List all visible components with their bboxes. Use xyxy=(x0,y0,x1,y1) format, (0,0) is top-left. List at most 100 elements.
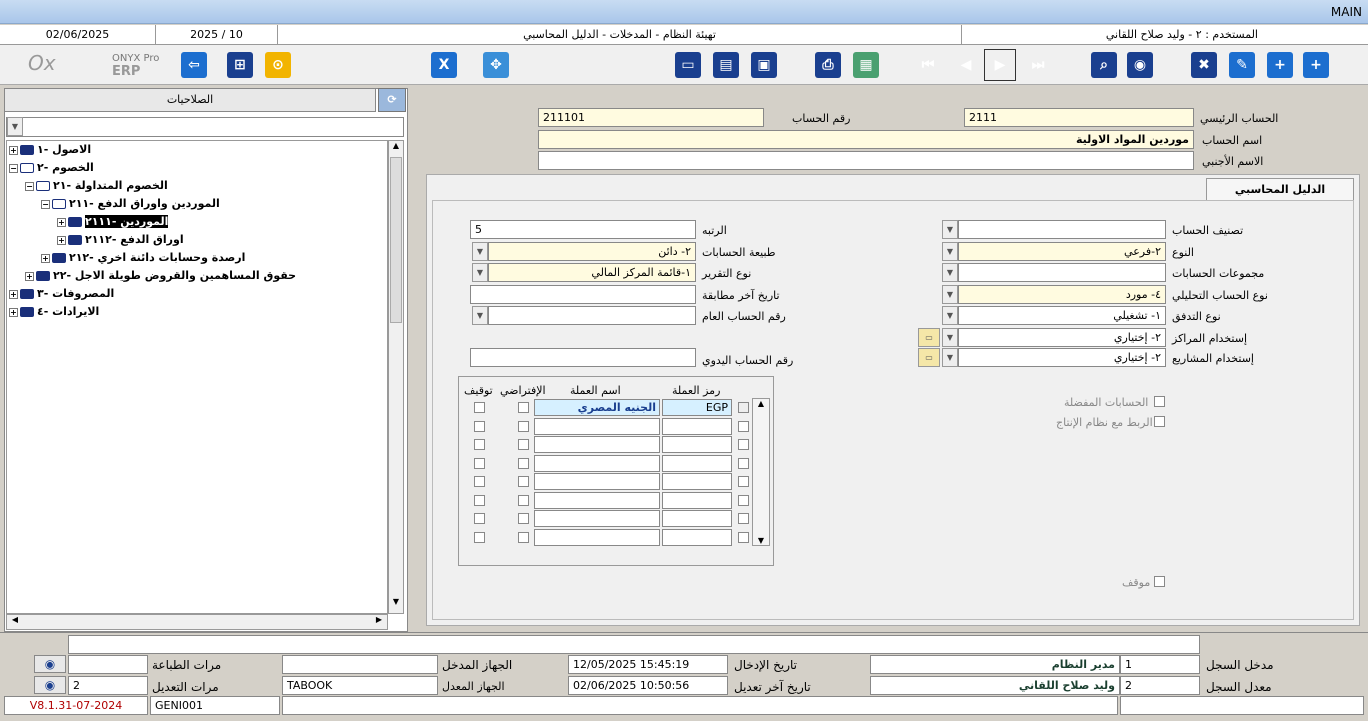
tree-node[interactable]: + اوراق الدفع -٢١١٢ xyxy=(57,233,184,246)
currency-name-cell[interactable] xyxy=(534,528,660,546)
chevron-down-icon[interactable]: ▼ xyxy=(942,263,958,282)
stop-checkbox[interactable] xyxy=(474,439,485,450)
chevron-down-icon[interactable]: ▼ xyxy=(472,263,488,282)
row-select-checkbox[interactable] xyxy=(738,402,749,413)
refresh-tree-button[interactable]: ⟳ xyxy=(378,88,406,112)
row-select-checkbox[interactable] xyxy=(738,476,749,487)
document-button[interactable]: ▤ xyxy=(710,49,742,81)
print-log-button[interactable]: ◉ xyxy=(34,655,66,673)
row-select-checkbox[interactable] xyxy=(738,457,749,469)
tree-node[interactable]: − الخصوم المتداولة -٢١ xyxy=(25,179,168,192)
row-select-checkbox[interactable] xyxy=(738,439,749,450)
tree-filter-select[interactable]: ▼ xyxy=(6,117,404,137)
first-record-button[interactable]: ⏮ xyxy=(912,49,944,81)
add-button[interactable]: + xyxy=(1264,49,1296,81)
print-button[interactable]: ⎙ xyxy=(812,49,844,81)
grid-scrollbar[interactable]: ▲ ▼ xyxy=(752,398,770,546)
tree-horizontal-scrollbar[interactable]: ◀ ▶ xyxy=(6,614,388,630)
stop-checkbox[interactable] xyxy=(474,457,485,469)
account-name-field[interactable]: موردين المواد الاولية xyxy=(538,130,1194,149)
export-excel-button[interactable]: X xyxy=(428,49,460,81)
tree-vertical-scrollbar[interactable]: ▲ ▼ xyxy=(388,140,404,614)
default-checkbox[interactable] xyxy=(518,494,529,506)
manual-no-field[interactable] xyxy=(470,348,696,367)
default-checkbox[interactable] xyxy=(518,457,529,469)
tree-node[interactable]: + حقوق المساهمين والقروض طويلة الاجل -٢٢ xyxy=(25,269,296,282)
currency-code-cell[interactable] xyxy=(662,491,732,509)
folder-centers-button[interactable]: ▭ xyxy=(918,328,940,347)
flow-select[interactable]: ١- تشغيلي xyxy=(958,306,1166,325)
currency-code-cell[interactable] xyxy=(662,528,732,546)
tree-node[interactable]: + الاصول -١ xyxy=(9,143,91,156)
tree-node[interactable]: + ارصدة وحسابات دائنة اخري -٢١٢ xyxy=(41,251,245,264)
currency-name-cell[interactable] xyxy=(534,454,660,472)
stopped-checkbox[interactable] xyxy=(1154,576,1165,587)
default-checkbox[interactable] xyxy=(518,439,529,450)
chevron-down-icon[interactable]: ▼ xyxy=(942,242,958,261)
chevron-down-icon[interactable]: ▼ xyxy=(942,348,958,367)
tree-node[interactable]: + الايرادات -٤ xyxy=(9,305,99,318)
row-select-checkbox[interactable] xyxy=(738,531,749,543)
lock-button[interactable]: ⊙ xyxy=(262,49,294,81)
stop-checkbox[interactable] xyxy=(474,402,485,413)
type-select[interactable]: ٢-فرعي xyxy=(958,242,1166,261)
main-account-field[interactable]: 2111 xyxy=(964,108,1194,127)
next-record-button[interactable]: ▶ xyxy=(984,49,1016,81)
default-checkbox[interactable] xyxy=(518,531,529,543)
chevron-down-icon[interactable]: ▼ xyxy=(942,306,958,325)
rank-field[interactable]: 5 xyxy=(470,220,696,239)
exit-button[interactable]: ⇦ xyxy=(178,49,210,81)
report-select[interactable]: ١-قائمة المركز المالي xyxy=(488,263,696,282)
default-checkbox[interactable] xyxy=(518,420,529,432)
centers-select[interactable]: ٢- إختياري xyxy=(958,328,1166,347)
chevron-down-icon[interactable]: ▼ xyxy=(472,242,488,261)
tab-accounting-guide[interactable]: الدليل المحاسبي xyxy=(1206,178,1354,200)
classification-select[interactable] xyxy=(958,220,1166,239)
general-no-select[interactable] xyxy=(488,306,696,325)
edit-button[interactable]: ✎ xyxy=(1226,49,1258,81)
notes-field[interactable] xyxy=(68,635,1200,654)
nature-select[interactable]: ٢- دائن xyxy=(488,242,696,261)
analytic-select[interactable]: ٤- مورد xyxy=(958,285,1166,304)
account-tree[interactable]: + الاصول -١ − الخصوم -٢ − الخصوم المتداولة … xyxy=(6,140,388,614)
currency-name-cell[interactable] xyxy=(534,417,660,435)
move-button[interactable]: ✥ xyxy=(480,49,512,81)
last-record-button[interactable]: ⏭ xyxy=(1022,49,1054,81)
preview-button[interactable]: ▣ xyxy=(748,49,780,81)
stop-checkbox[interactable] xyxy=(474,531,485,543)
currency-code-cell[interactable] xyxy=(662,510,732,527)
row-select-checkbox[interactable] xyxy=(738,494,749,506)
search-button[interactable]: ⌕ xyxy=(1088,49,1120,81)
favorites-checkbox[interactable] xyxy=(1154,396,1165,407)
view-button[interactable]: ◉ xyxy=(1124,49,1156,81)
chevron-down-icon[interactable]: ▼ xyxy=(942,220,958,239)
tree-view-button[interactable]: ⊞ xyxy=(224,49,256,81)
currency-code-cell[interactable] xyxy=(662,454,732,472)
add-child-button[interactable]: + xyxy=(1300,49,1332,81)
currency-name-cell[interactable]: الجنيه المصري xyxy=(534,399,660,416)
delete-button[interactable]: ✖ xyxy=(1188,49,1220,81)
stop-checkbox[interactable] xyxy=(474,494,485,506)
currency-name-cell[interactable] xyxy=(534,491,660,509)
default-checkbox[interactable] xyxy=(518,402,529,413)
currency-code-cell[interactable] xyxy=(662,473,732,490)
modify-log-button[interactable]: ◉ xyxy=(34,676,66,694)
currency-code-cell[interactable] xyxy=(662,417,732,435)
foreign-name-field[interactable] xyxy=(538,151,1194,170)
default-checkbox[interactable] xyxy=(518,476,529,487)
currency-name-cell[interactable] xyxy=(534,436,660,453)
stop-checkbox[interactable] xyxy=(474,420,485,432)
tree-node[interactable]: − الموردين واوراق الدفع -٢١١ xyxy=(41,197,220,210)
row-select-checkbox[interactable] xyxy=(738,513,749,524)
screen-button[interactable]: ▭ xyxy=(672,49,704,81)
stop-checkbox[interactable] xyxy=(474,513,485,524)
groups-select[interactable] xyxy=(958,263,1166,282)
chevron-down-icon[interactable]: ▼ xyxy=(942,328,958,347)
last-match-field[interactable] xyxy=(470,285,696,304)
tree-node-selected[interactable]: + الموردين -٢١١١ xyxy=(57,215,169,228)
currency-code-cell[interactable]: EGP xyxy=(662,399,732,416)
currency-name-cell[interactable] xyxy=(534,510,660,527)
stop-checkbox[interactable] xyxy=(474,476,485,487)
grid-button[interactable]: ▦ xyxy=(850,49,882,81)
chevron-down-icon[interactable]: ▼ xyxy=(472,306,488,325)
